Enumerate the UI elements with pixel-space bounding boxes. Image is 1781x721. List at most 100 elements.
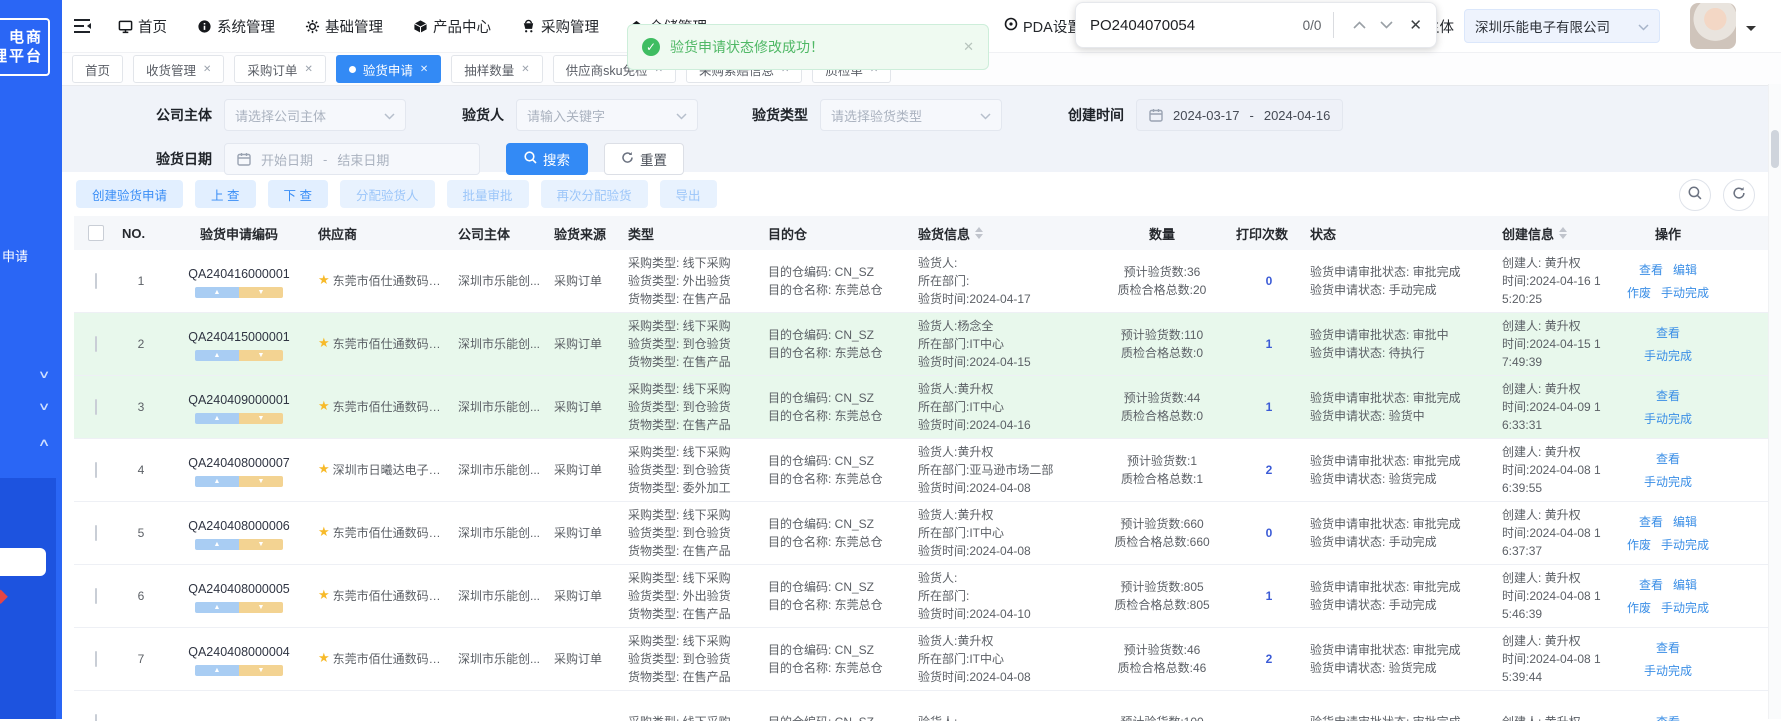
inspection-date-range[interactable]: 开始日期 - 结束日期 bbox=[224, 143, 480, 175]
row-checkbox[interactable] bbox=[95, 462, 97, 478]
action-link[interactable]: 手动完成 bbox=[1661, 538, 1709, 552]
toolbar-button-5[interactable]: 再次分配验货 bbox=[540, 180, 648, 208]
find-next-button[interactable] bbox=[1380, 21, 1393, 29]
row-checkbox[interactable] bbox=[95, 336, 97, 352]
refresh-table-button[interactable] bbox=[1723, 179, 1755, 211]
inspection-code[interactable]: QA240408000004 bbox=[168, 643, 310, 661]
warehouse-name: 目的仓名称: 东莞总仓 bbox=[768, 661, 883, 675]
expected-qty: 预计验货数:36 bbox=[1123, 265, 1201, 279]
action-link[interactable]: 手动完成 bbox=[1661, 601, 1709, 615]
warehouse-name: 目的仓名称: 东莞总仓 bbox=[768, 283, 883, 297]
action-link[interactable]: 作废 bbox=[1627, 538, 1651, 552]
avatar-caret-icon[interactable] bbox=[1746, 26, 1756, 36]
toolbar-button-4[interactable]: 批量审批 bbox=[446, 180, 529, 208]
inspection-type-select[interactable]: 请选择验货类型 bbox=[820, 99, 1002, 131]
tab-3[interactable]: 验货申请 ✕ bbox=[335, 55, 442, 83]
tab-2[interactable]: 采购订单 ✕ bbox=[234, 55, 326, 83]
purchase-type: 采购类型: 线下采购 bbox=[628, 508, 731, 522]
sort-info-icon[interactable] bbox=[975, 227, 984, 239]
company-name: 深圳市乐能创... bbox=[458, 337, 541, 351]
inspector-input[interactable]: 请输入关键字 bbox=[516, 99, 698, 131]
qty-cell: 预计验货数:110 质检合格总数:0 bbox=[1092, 324, 1232, 364]
monitor-icon bbox=[118, 19, 133, 34]
nav-item-0[interactable]: 首页 bbox=[118, 16, 167, 37]
action-link[interactable]: 查看 bbox=[1656, 389, 1680, 403]
toolbar-button-3[interactable]: 分配验货人 bbox=[339, 180, 435, 208]
select-all-checkbox[interactable] bbox=[88, 225, 104, 241]
toolbar-button-2[interactable]: 下 查 bbox=[267, 180, 328, 208]
find-close-button[interactable]: ✕ bbox=[1409, 16, 1422, 34]
table-toolbar: 创建验货申请上 查下 查分配验货人 批量审批 再次分配验货 导出 bbox=[62, 172, 1781, 216]
row-checkbox[interactable] bbox=[95, 651, 97, 667]
creator-name: 创建人: 黄升权 bbox=[1502, 571, 1581, 585]
inspection-code[interactable]: QA240416000001 bbox=[168, 265, 310, 283]
action-link[interactable]: 查看 bbox=[1639, 263, 1663, 277]
header-info: 验货信息 bbox=[914, 224, 1092, 243]
row-checkbox[interactable] bbox=[95, 714, 97, 721]
nav-item-3[interactable]: 产品中心 bbox=[413, 16, 491, 37]
inspection-code[interactable]: QA240408000006 bbox=[168, 517, 310, 535]
inspection-code[interactable]: QA240415000001 bbox=[168, 328, 310, 346]
reset-button[interactable]: 重置 bbox=[604, 143, 684, 175]
nav-item-4[interactable]: 采购管理 bbox=[521, 16, 599, 37]
action-link[interactable]: 查看 bbox=[1639, 515, 1663, 529]
header-type: 类型 bbox=[628, 226, 655, 242]
action-link[interactable]: 查看 bbox=[1656, 452, 1680, 466]
chevron-up-icon[interactable]: ∧ bbox=[38, 436, 51, 449]
goods-type: 货物类型: 在售产品 bbox=[628, 670, 731, 684]
row-checkbox[interactable] bbox=[95, 399, 97, 415]
close-icon[interactable]: ✕ bbox=[963, 39, 974, 55]
inspection-time: 验货时间:2024-04-08 bbox=[918, 481, 1031, 495]
action-link[interactable]: 查看 bbox=[1656, 326, 1680, 340]
logo-line1: 电商 bbox=[8, 29, 43, 46]
action-link[interactable]: 作废 bbox=[1627, 601, 1651, 615]
inspection-code[interactable]: QA240408000005 bbox=[168, 580, 310, 598]
nav-item-1[interactable]: 系统管理 bbox=[197, 16, 275, 37]
action-link[interactable]: 编辑 bbox=[1673, 263, 1697, 277]
chevron-down-icon[interactable]: ∨ bbox=[38, 400, 51, 413]
header-company-select[interactable]: 深圳乐能电子有限公司 bbox=[1464, 9, 1660, 43]
action-link[interactable]: 作废 bbox=[1627, 286, 1651, 300]
action-link[interactable]: 手动完成 bbox=[1644, 349, 1692, 363]
action-link[interactable]: 编辑 bbox=[1673, 578, 1697, 592]
toolbar-button-1[interactable]: 上 查 bbox=[195, 180, 256, 208]
row-checkbox[interactable] bbox=[95, 273, 97, 289]
user-avatar[interactable] bbox=[1690, 3, 1736, 49]
column-search-button[interactable] bbox=[1679, 179, 1711, 211]
inspection-source: 采购订单 bbox=[554, 589, 603, 603]
find-previous-button[interactable] bbox=[1353, 21, 1366, 29]
row-checkbox[interactable] bbox=[95, 525, 97, 541]
tab-close-icon[interactable]: ✕ bbox=[420, 64, 428, 75]
sidebar-popup[interactable] bbox=[0, 548, 46, 576]
created-date-range[interactable]: 2024-03-17 - 2024-04-16 bbox=[1136, 99, 1344, 131]
action-link[interactable]: 手动完成 bbox=[1644, 475, 1692, 489]
toolbar-button-0[interactable]: 创建验货申请 bbox=[76, 180, 184, 208]
tab-4[interactable]: 抽样数量 ✕ bbox=[451, 55, 543, 83]
company-select[interactable]: 请选择公司主体 bbox=[224, 99, 406, 131]
inspection-code[interactable]: QA240409000001 bbox=[168, 391, 310, 409]
row-checkbox[interactable] bbox=[95, 588, 97, 604]
action-link[interactable]: 查看 bbox=[1656, 715, 1680, 721]
action-link[interactable]: 查看 bbox=[1639, 578, 1663, 592]
action-link[interactable]: 手动完成 bbox=[1661, 286, 1709, 300]
search-button[interactable]: 搜索 bbox=[506, 143, 588, 175]
tab-0[interactable]: 首页 bbox=[72, 55, 124, 83]
action-link[interactable]: 查看 bbox=[1656, 641, 1680, 655]
tab-1[interactable]: 收货管理 ✕ bbox=[133, 55, 225, 83]
find-input[interactable]: PO2404070054 bbox=[1090, 17, 1195, 34]
tab-close-icon[interactable]: ✕ bbox=[203, 64, 211, 75]
inspection-code[interactable]: QA240408000007 bbox=[168, 454, 310, 472]
tab-close-icon[interactable]: ✕ bbox=[521, 64, 529, 75]
scrollbar-thumb[interactable] bbox=[1771, 130, 1779, 168]
collapse-menu-icon[interactable] bbox=[72, 17, 92, 35]
toolbar-button-6[interactable]: 导出 bbox=[659, 180, 717, 208]
action-link[interactable]: 手动完成 bbox=[1644, 412, 1692, 426]
action-link[interactable]: 手动完成 bbox=[1644, 664, 1692, 678]
tab-close-icon[interactable]: ✕ bbox=[304, 64, 312, 75]
vertical-scrollbar[interactable] bbox=[1768, 84, 1781, 719]
action-link[interactable]: 编辑 bbox=[1673, 515, 1697, 529]
chevron-down-icon[interactable]: ∨ bbox=[38, 368, 51, 381]
sort-created-icon[interactable] bbox=[1559, 227, 1568, 239]
nav-item-2[interactable]: 基础管理 bbox=[305, 16, 383, 37]
sidebar-item-inspection-request[interactable]: 申请 bbox=[2, 246, 28, 265]
